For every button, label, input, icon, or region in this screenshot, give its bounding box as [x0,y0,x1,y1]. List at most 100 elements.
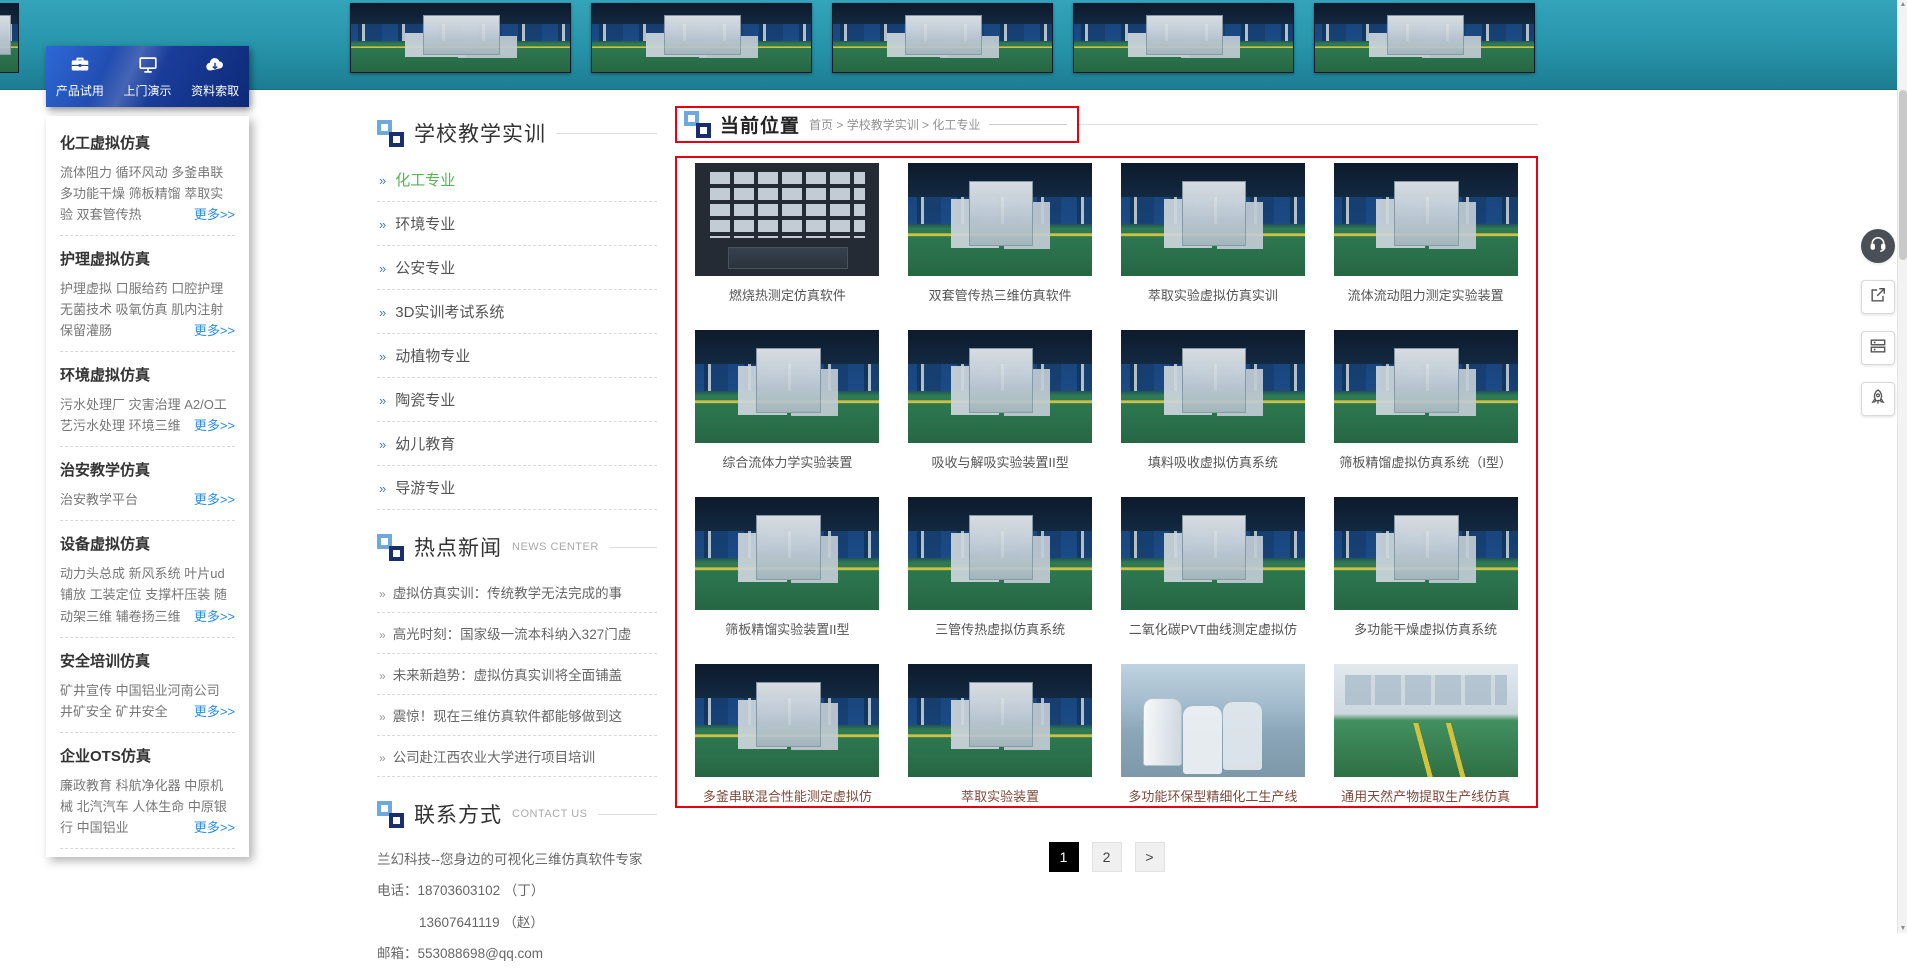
product-card[interactable]: 燃烧热测定仿真软件 [695,163,879,304]
product-thumbnail[interactable] [695,664,879,777]
product-name[interactable]: 流体流动阻力测定实验装置 [1348,285,1504,304]
product-thumbnail[interactable] [1334,497,1518,610]
product-card[interactable]: 萃取实验虚拟仿真实训 [1121,163,1305,304]
product-card[interactable]: 流体流动阻力测定实验装置 [1334,163,1518,304]
materials-request-button[interactable]: 资料索取 [181,46,249,107]
scroll-down-icon[interactable]: ▼ [1898,925,1907,932]
product-card[interactable]: 多釜串联混合性能测定虚拟仿 [695,664,879,805]
product-thumbnail[interactable] [1121,330,1305,443]
news-item[interactable]: »震惊！现在三维仿真软件都能够做到这 [377,695,657,736]
sidebar-section-title[interactable]: 企业OTS仿真 [60,745,235,766]
rocket-button[interactable] [1861,382,1895,416]
sidebar-section-title[interactable]: 护理虚拟仿真 [60,248,235,269]
product-thumbnail[interactable] [1334,330,1518,443]
product-name[interactable]: 双套管传热三维仿真软件 [929,285,1072,304]
menu-item-chemical[interactable]: »化工专业 [377,158,657,202]
product-thumbnail[interactable] [1121,163,1305,276]
menu-item-preschool[interactable]: »幼儿教育 [377,422,657,466]
customer-service-button[interactable] [1861,229,1895,263]
product-card[interactable]: 筛板精馏实验装置II型 [695,497,879,638]
product-thumbnail[interactable] [1121,497,1305,610]
sidebar-section-links[interactable]: 治安教学平台 [60,492,138,507]
more-link[interactable]: 更多>> [194,320,235,341]
carousel-thumbnail[interactable] [1314,3,1535,73]
product-name[interactable]: 筛板精馏虚拟仿真系统（I型） [1339,452,1512,471]
breadcrumb[interactable]: 首页 > 学校教学实训 > 化工专业 [809,116,980,133]
product-name[interactable]: 燃烧热测定仿真软件 [729,285,846,304]
product-card[interactable]: 综合流体力学实验装置 [695,330,879,471]
scrollbar-thumb[interactable] [1899,90,1907,260]
product-name[interactable]: 二氧化碳PVT曲线测定虚拟仿 [1129,619,1297,638]
scroll-up-icon[interactable]: ▲ [1898,1,1907,8]
product-name[interactable]: 萃取实验装置 [961,786,1039,805]
product-thumbnail[interactable] [695,497,879,610]
onsite-demo-button[interactable]: 上门演示 [114,46,182,107]
sidebar-section-title[interactable]: 安全培训仿真 [60,650,235,671]
product-name[interactable]: 吸收与解吸实验装置II型 [932,452,1069,471]
product-trial-button[interactable]: 产品试用 [46,46,114,107]
product-thumbnail[interactable] [695,330,879,443]
news-item[interactable]: »未来新趋势：虚拟仿真实训将全面铺盖 [377,654,657,695]
product-card[interactable]: 二氧化碳PVT曲线测定虚拟仿 [1121,497,1305,638]
product-thumbnail[interactable] [908,163,1092,276]
product-card[interactable]: 填料吸收虚拟仿真系统 [1121,330,1305,471]
more-link[interactable]: 更多>> [194,489,235,510]
news-item[interactable]: »高光时刻：国家级一流本科纳入327门虚 [377,613,657,654]
scrollbar[interactable]: ▲ ▼ [1897,0,1907,933]
product-thumbnail[interactable] [908,330,1092,443]
product-name[interactable]: 综合流体力学实验装置 [722,452,852,471]
product-name[interactable]: 三管传热虚拟仿真系统 [935,619,1065,638]
sidebar-section-title[interactable]: 设备虚拟仿真 [60,533,235,554]
more-link[interactable]: 更多>> [194,701,235,722]
menu-item-police[interactable]: »公安专业 [377,246,657,290]
product-card[interactable]: 双套管传热三维仿真软件 [908,163,1092,304]
page-1-button[interactable]: 1 [1049,842,1079,872]
product-card[interactable]: 筛板精馏虚拟仿真系统（I型） [1334,330,1518,471]
next-page-button[interactable]: > [1135,842,1165,872]
sidebar-section-title[interactable]: 化工虚拟仿真 [60,132,235,153]
sidebar-section-title[interactable]: 环境虚拟仿真 [60,364,235,385]
panels-button[interactable] [1861,331,1895,365]
product-card[interactable]: 多功能干燥虚拟仿真系统 [1334,497,1518,638]
product-thumbnail[interactable] [1121,664,1305,777]
menu-item-ceramics[interactable]: »陶瓷专业 [377,378,657,422]
product-card[interactable]: 多功能环保型精细化工生产线 [1121,664,1305,805]
product-name[interactable]: 筛板精馏实验装置II型 [725,619,849,638]
product-card[interactable]: 萃取实验装置 [908,664,1092,805]
section-title: 联系方式 [414,799,502,829]
carousel-thumbnail[interactable] [832,3,1053,73]
news-item[interactable]: »公司赴江西农业大学进行项目培训 [377,736,657,777]
menu-item-environment[interactable]: »环境专业 [377,202,657,246]
menu-item-3d-exam[interactable]: »3D实训考试系统 [377,290,657,334]
more-link[interactable]: 更多>> [194,606,235,627]
carousel-thumbnail-partial[interactable] [0,3,19,73]
product-name[interactable]: 萃取实验虚拟仿真实训 [1148,285,1278,304]
product-name[interactable]: 填料吸收虚拟仿真系统 [1148,452,1278,471]
more-link[interactable]: 更多>> [194,415,235,436]
carousel-thumbnail[interactable] [350,3,571,73]
carousel-thumbnail[interactable] [1073,3,1294,73]
product-name[interactable]: 多功能干燥虚拟仿真系统 [1354,619,1497,638]
product-name[interactable]: 通用天然产物提取生产线仿真 [1341,786,1510,805]
menu-item-animals-plants[interactable]: »动植物专业 [377,334,657,378]
product-thumbnail[interactable] [1334,664,1518,777]
product-thumbnail[interactable] [908,664,1092,777]
more-link[interactable]: 更多>> [194,204,235,225]
product-thumbnail[interactable] [1334,163,1518,276]
page-2-button[interactable]: 2 [1092,842,1122,872]
product-card[interactable]: 通用天然产物提取生产线仿真 [1334,664,1518,805]
site-logo-icon [377,801,404,828]
product-card[interactable]: 三管传热虚拟仿真系统 [908,497,1092,638]
more-link[interactable]: 更多>> [194,817,235,838]
share-button[interactable] [1861,280,1895,314]
sidebar-section-title[interactable]: 治安教学仿真 [60,459,235,480]
news-item[interactable]: »虚拟仿真实训：传统教学无法完成的事 [377,572,657,613]
product-name[interactable]: 多功能环保型精细化工生产线 [1128,786,1297,805]
product-thumbnail[interactable] [908,497,1092,610]
product-card[interactable]: 吸收与解吸实验装置II型 [908,330,1092,471]
menu-item-tour-guide[interactable]: »导游专业 [377,466,657,510]
carousel-thumbnail[interactable] [591,3,812,73]
product-name[interactable]: 多釜串联混合性能测定虚拟仿 [703,786,872,805]
product-thumbnail[interactable] [695,163,879,276]
toolbox-icon [69,54,91,79]
